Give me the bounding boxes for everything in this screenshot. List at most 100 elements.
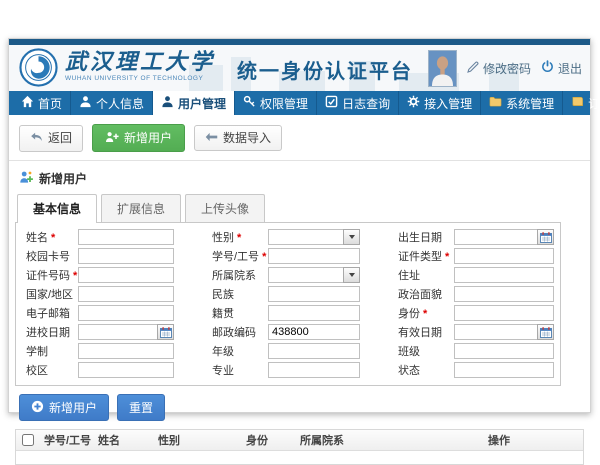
field-label-campus-card: 校园卡号 [22, 248, 78, 264]
field-label-gender: 性别* [208, 229, 268, 245]
nav-item-logs[interactable]: 日志查询 [317, 91, 399, 115]
chevron-down-icon[interactable] [343, 229, 360, 245]
user-table: 学号/工号 姓名 性别 身份 所属院系 操作 [15, 429, 584, 465]
nav-item-profile[interactable]: 个人信息 [71, 91, 153, 115]
tab-extended-info[interactable]: 扩展信息 [101, 194, 181, 222]
identity-input[interactable] [454, 305, 554, 321]
gender-select-value[interactable] [268, 229, 343, 245]
field-label-id-number: 证件号码* [22, 267, 78, 283]
department-select-value[interactable] [268, 267, 343, 283]
field-label-schooling-length: 学制 [22, 343, 78, 359]
gender-select[interactable] [268, 229, 360, 245]
schooling-length-input[interactable] [78, 343, 174, 359]
ethnicity-input[interactable] [268, 286, 360, 302]
data-import-button[interactable]: 数据导入 [194, 125, 282, 151]
nav-item-access[interactable]: 接入管理 [399, 91, 481, 115]
valid-date-input[interactable] [454, 324, 537, 340]
required-marker: * [237, 232, 241, 244]
empty-table-body [16, 451, 583, 464]
field-label-postal-code: 邮政编码 [208, 324, 268, 340]
section-header: 新增用户 [9, 161, 590, 191]
birthdate-input[interactable] [454, 229, 537, 245]
tab-basic-info[interactable]: 基本信息 [17, 194, 97, 223]
col-identity: 身份 [242, 432, 296, 448]
postal-code-input[interactable] [268, 324, 360, 340]
field-label-name: 姓名* [22, 229, 78, 245]
add-user-toolbar-button[interactable]: 新增用户 [92, 124, 185, 152]
field-label-student-id: 学号/工号* [208, 248, 268, 264]
country-input[interactable] [78, 286, 174, 302]
field-label-class: 班级 [394, 343, 454, 359]
required-marker: * [51, 232, 55, 244]
name-input[interactable] [78, 229, 174, 245]
class-input[interactable] [454, 343, 554, 359]
app-header: 武汉理工大学 WUHAN UNIVERSITY OF TECHNOLOGY 统一… [9, 45, 590, 91]
email-input[interactable] [78, 305, 174, 321]
department-select[interactable] [268, 267, 360, 283]
col-department: 所属院系 [296, 432, 484, 448]
nav-item-system[interactable]: 系统管理 [481, 91, 563, 115]
select-all-checkbox[interactable] [22, 434, 34, 446]
action-toolbar: 返回 新增用户 数据导入 [9, 115, 590, 161]
folder-icon [489, 95, 502, 111]
entry-date-field[interactable] [78, 324, 174, 340]
plus-circle-icon [31, 400, 44, 415]
section-title-text: 新增用户 [39, 170, 87, 187]
field-label-entry-date: 进校日期 [22, 324, 78, 340]
required-marker: * [262, 251, 266, 263]
new-user-panel: 基本信息 扩展信息 上传头像 姓名* 性别* 出生日期 [15, 194, 561, 386]
field-label-id-type: 证件类型* [394, 248, 454, 264]
campus-card-input[interactable] [78, 248, 174, 264]
entry-date-input[interactable] [78, 324, 157, 340]
campus-input[interactable] [78, 362, 174, 378]
field-label-campus: 校区 [22, 362, 78, 378]
field-label-valid-date: 有效日期 [394, 324, 454, 340]
calendar-icon[interactable] [537, 229, 554, 245]
field-label-country: 国家/地区 [22, 286, 78, 302]
university-name-en: WUHAN UNIVERSITY OF TECHNOLOGY [65, 75, 215, 82]
valid-date-field[interactable] [454, 324, 554, 340]
field-label-department: 所属院系 [208, 267, 268, 283]
nav-item-user-management[interactable]: 用户管理 [153, 91, 235, 115]
form-actions: 新增用户 重置 [9, 386, 590, 427]
field-label-birthdate: 出生日期 [394, 229, 454, 245]
form-tabbar: 基本信息 扩展信息 上传头像 [15, 194, 561, 223]
users-icon [161, 95, 174, 111]
address-input[interactable] [454, 267, 554, 283]
major-input[interactable] [268, 362, 360, 378]
field-label-identity: 身份* [394, 305, 454, 321]
logout-link[interactable]: 退出 [541, 60, 582, 77]
tab-upload-avatar[interactable]: 上传头像 [185, 194, 265, 222]
add-user-icon [105, 131, 119, 145]
student-id-input[interactable] [268, 248, 360, 264]
key-icon [243, 95, 256, 111]
user-area: 修改密码 退出 [428, 45, 582, 91]
nav-item-home[interactable]: 首页 [9, 91, 71, 115]
change-password-link[interactable]: 修改密码 [467, 60, 531, 77]
calendar-icon[interactable] [157, 324, 174, 340]
political-status-input[interactable] [454, 286, 554, 302]
status-input[interactable] [454, 362, 554, 378]
nav-item-permissions[interactable]: 权限管理 [235, 91, 317, 115]
field-label-major: 专业 [208, 362, 268, 378]
col-actions: 操作 [484, 432, 583, 448]
id-number-input[interactable] [78, 267, 174, 283]
native-place-input[interactable] [268, 305, 360, 321]
id-type-input[interactable] [454, 248, 554, 264]
reset-button[interactable]: 重置 [117, 394, 165, 421]
submit-add-user-button[interactable]: 新增用户 [19, 394, 109, 421]
required-marker: * [73, 270, 77, 282]
university-name-block: 武汉理工大学 WUHAN UNIVERSITY OF TECHNOLOGY [65, 50, 215, 82]
university-name-cn: 武汉理工大学 [65, 50, 215, 74]
nav-item-subscriptions[interactable]: 订阅管理 [563, 91, 600, 115]
birthdate-field[interactable] [454, 229, 554, 245]
back-button[interactable]: 返回 [19, 125, 83, 152]
user-avatar [428, 50, 457, 87]
new-user-section-icon [19, 170, 33, 187]
chevron-down-icon[interactable] [343, 267, 360, 283]
back-arrow-icon [30, 132, 43, 145]
home-icon [21, 95, 34, 111]
col-gender: 性别 [154, 432, 242, 448]
calendar-icon[interactable] [537, 324, 554, 340]
grade-input[interactable] [268, 343, 360, 359]
